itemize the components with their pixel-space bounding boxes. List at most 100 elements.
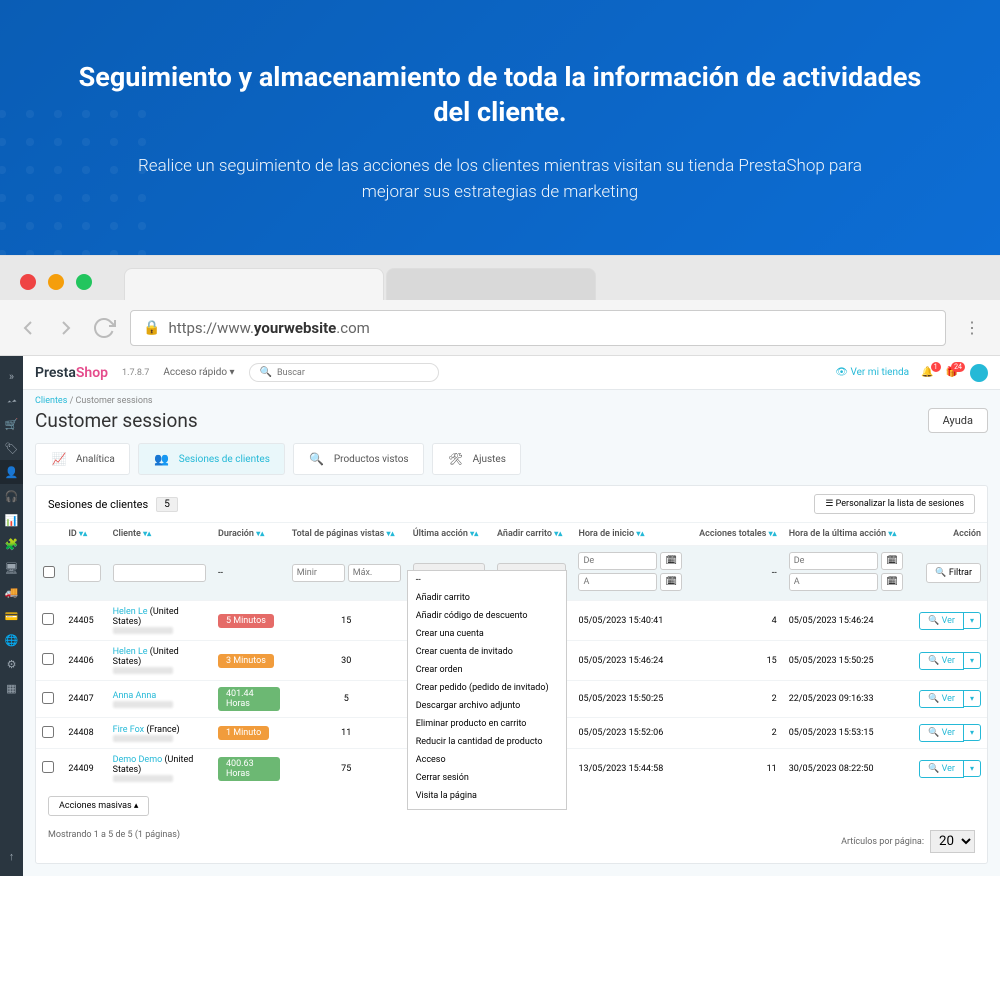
calendar-icon[interactable]: 🗓: [660, 552, 682, 570]
row-checkbox[interactable]: [42, 726, 54, 738]
quick-access-dropdown[interactable]: Acceso rápido ▾: [163, 367, 234, 378]
view-button[interactable]: 🔍 Ver: [919, 612, 964, 630]
forward-icon[interactable]: [54, 316, 78, 340]
sidebar-item-dashboard[interactable]: [0, 388, 23, 412]
client-link[interactable]: Helen Le: [113, 647, 148, 657]
help-button[interactable]: Ayuda: [928, 408, 988, 433]
tab-products[interactable]: 🔍Productos vistos: [293, 443, 424, 475]
sidebar-item-design[interactable]: 🖥: [0, 556, 23, 580]
filter-start-from[interactable]: [578, 552, 657, 570]
browser-tab-inactive[interactable]: [386, 268, 596, 300]
sidebar-expand-icon[interactable]: »: [0, 364, 23, 388]
dropdown-option[interactable]: Acceso: [408, 751, 566, 769]
row-actions-dropdown[interactable]: ▾: [964, 760, 981, 777]
client-link[interactable]: Fire Fox: [113, 725, 145, 735]
row-checkbox[interactable]: [42, 613, 54, 625]
dropdown-option[interactable]: Ver demostración: [408, 805, 566, 810]
view-button[interactable]: 🔍 Ver: [919, 760, 964, 778]
window-maximize-icon[interactable]: [76, 274, 92, 290]
view-store-link[interactable]: 👁 Ver mi tienda: [835, 367, 909, 378]
dropdown-option[interactable]: Crear pedido (pedido de invitado): [408, 679, 566, 697]
page-title: Customer sessions: [35, 409, 198, 432]
duration-badge: 401.44 Horas: [218, 687, 280, 711]
tab-analytics[interactable]: 📈Analítica: [35, 443, 130, 475]
row-actions-dropdown[interactable]: ▾: [964, 652, 981, 669]
filter-last-from[interactable]: [789, 552, 878, 570]
cell-id: 24407: [62, 681, 106, 718]
client-link[interactable]: Helen Le: [113, 607, 148, 617]
sidebar-item-intl[interactable]: 🌐: [0, 628, 23, 652]
sidebar-item-support[interactable]: 🎧: [0, 484, 23, 508]
sidebar-collapse-icon[interactable]: ↑: [0, 844, 23, 868]
dropdown-option[interactable]: Añadir código de descuento: [408, 607, 566, 625]
dropdown-option[interactable]: Eliminar producto en carrito: [408, 715, 566, 733]
calendar-icon[interactable]: 🗓: [881, 573, 903, 591]
window-minimize-icon[interactable]: [48, 274, 64, 290]
row-actions-dropdown[interactable]: ▾: [964, 724, 981, 741]
notifications-icon[interactable]: 🔔: [921, 367, 933, 378]
reload-icon[interactable]: [92, 316, 116, 340]
view-button[interactable]: 🔍 Ver: [919, 690, 964, 708]
tab-sessions[interactable]: 👥Sesiones de clientes: [138, 443, 285, 475]
browser-menu-icon[interactable]: ⋮: [960, 318, 984, 337]
row-checkbox[interactable]: [42, 692, 54, 704]
avatar[interactable]: [970, 364, 988, 382]
cell-last: 05/05/2023 15:53:15: [783, 718, 909, 749]
filter-start-to[interactable]: [578, 573, 657, 591]
dropdown-option[interactable]: Crear una cuenta: [408, 625, 566, 643]
bulk-actions-button[interactable]: Acciones masivas ▴: [48, 796, 149, 816]
client-link[interactable]: Anna Anna: [113, 691, 157, 701]
filter-id[interactable]: [68, 564, 100, 582]
sidebar-item-modules[interactable]: 🧩: [0, 532, 23, 556]
row-actions-dropdown[interactable]: ▾: [964, 612, 981, 629]
window-close-icon[interactable]: [20, 274, 36, 290]
hero-title: Seguimiento y almacenamiento de toda la …: [60, 60, 940, 130]
filter-button[interactable]: 🔍 Filtrar: [926, 563, 981, 583]
row-checkbox[interactable]: [42, 761, 54, 773]
tab-settings[interactable]: 🛠Ajustes: [432, 443, 521, 475]
breadcrumb-link[interactable]: Clientes: [35, 396, 67, 406]
url-input[interactable]: 🔒 https://www.yourwebsite.com: [130, 310, 946, 346]
filter-last-action-dropdown[interactable]: --Añadir carritoAñadir código de descuen…: [407, 570, 567, 810]
filter-pages-min[interactable]: [292, 564, 345, 582]
dropdown-option[interactable]: Crear cuenta de invitado: [408, 643, 566, 661]
search-box[interactable]: 🔍: [249, 363, 439, 382]
back-icon[interactable]: [16, 316, 40, 340]
sidebar-item-shipping[interactable]: 🚚: [0, 580, 23, 604]
dropdown-option[interactable]: Cerrar sesión: [408, 769, 566, 787]
cell-id: 24405: [62, 601, 106, 641]
dropdown-option[interactable]: Crear orden: [408, 661, 566, 679]
sidebar-item-payment[interactable]: 💳: [0, 604, 23, 628]
panel-title: Sesiones de clientes: [48, 498, 148, 511]
sidebar-item-stats[interactable]: 📊: [0, 508, 23, 532]
dropdown-option[interactable]: Añadir carrito: [408, 589, 566, 607]
view-button[interactable]: 🔍 Ver: [919, 652, 964, 670]
select-all-checkbox[interactable]: [42, 566, 56, 578]
dropdown-option[interactable]: Descargar archivo adjunto: [408, 697, 566, 715]
filter-client[interactable]: [113, 564, 206, 582]
dropdown-option[interactable]: Reducir la cantidad de producto: [408, 733, 566, 751]
sidebar-item-admin[interactable]: ▦: [0, 676, 23, 700]
search-icon: 🔍: [260, 367, 272, 378]
search-input[interactable]: [277, 368, 428, 378]
row-checkbox[interactable]: [42, 653, 54, 665]
row-actions-dropdown[interactable]: ▾: [964, 690, 981, 707]
sidebar-item-orders[interactable]: 🛒: [0, 412, 23, 436]
sidebar-item-customers[interactable]: 👤: [0, 460, 23, 484]
sidebar-item-advanced[interactable]: ⚙: [0, 652, 23, 676]
sidebar-item-catalog[interactable]: 🏷: [0, 436, 23, 460]
per-page-select[interactable]: 20: [930, 830, 975, 853]
top-bar: PrestaShop 1.7.8.7 Acceso rápido ▾ 🔍 👁 V…: [23, 356, 1000, 390]
view-button[interactable]: 🔍 Ver: [919, 724, 964, 742]
filter-last-to[interactable]: [789, 573, 878, 591]
customize-list-button[interactable]: ☰ Personalizar la lista de sesiones: [814, 494, 975, 514]
dropdown-option[interactable]: --: [408, 571, 566, 589]
calendar-icon[interactable]: 🗓: [881, 552, 903, 570]
calendar-icon[interactable]: 🗓: [660, 573, 682, 591]
gift-icon[interactable]: 🎁: [946, 367, 958, 378]
filter-pages-max[interactable]: [348, 564, 401, 582]
cell-start: 13/05/2023 15:44:58: [572, 749, 688, 789]
browser-tab-active[interactable]: [124, 268, 384, 300]
dropdown-option[interactable]: Visita la página: [408, 787, 566, 805]
client-link[interactable]: Demo Demo: [113, 755, 163, 765]
